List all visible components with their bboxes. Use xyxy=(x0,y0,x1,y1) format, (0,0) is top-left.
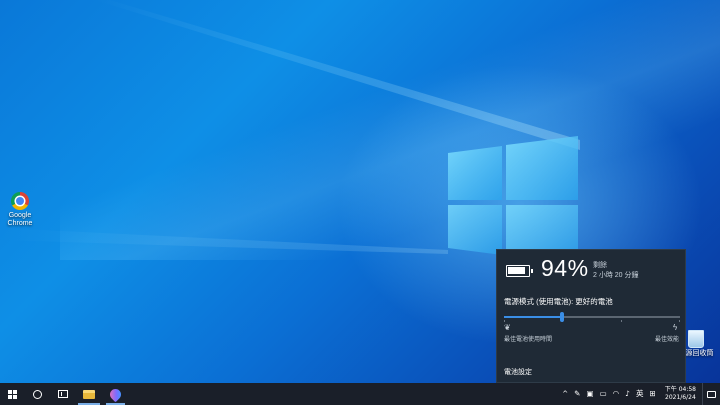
slider-fill xyxy=(504,316,560,318)
power-mode-slider[interactable] xyxy=(504,312,680,322)
notification-icon xyxy=(707,390,716,398)
device-icon[interactable]: ▣ xyxy=(583,383,596,405)
battery-percentage: 94% xyxy=(541,255,589,281)
best-battery-label: 最佳電池使用時間 xyxy=(504,337,553,343)
taskbar: ^ ✎ ▣ ▭ ◠ ♪ 英 ⊞ 下午 04:58 2021/6/24 xyxy=(0,383,720,405)
input-language[interactable]: 英 xyxy=(633,383,647,405)
wifi-icon[interactable]: ◠ xyxy=(610,383,623,405)
system-tray: ^ ✎ ▣ ▭ ◠ ♪ 英 ⊞ 下午 04:58 2021/6/24 xyxy=(559,383,720,405)
battery-flyout: 94% 剩餘 2 小時 20 分鐘 電源模式 (使用電池): 更好的電池 ❦ ϟ… xyxy=(496,249,686,383)
volume-icon[interactable]: ♪ xyxy=(622,383,633,405)
pinned-app-button[interactable] xyxy=(103,383,128,405)
clock[interactable]: 下午 04:58 2021/6/24 xyxy=(659,386,702,402)
desktop-icon-chrome[interactable]: Google Chrome xyxy=(0,192,44,228)
remaining-label: 剩餘 xyxy=(593,262,607,269)
file-explorer-button[interactable] xyxy=(75,383,103,405)
clock-time: 下午 04:58 xyxy=(664,386,696,393)
clock-date: 2021/6/24 xyxy=(665,394,696,401)
lightning-icon: ϟ xyxy=(673,323,678,332)
slider-thumb[interactable] xyxy=(560,312,564,322)
battery-settings-link[interactable]: 電池設定 xyxy=(504,367,532,377)
pen-icon[interactable]: ✎ xyxy=(571,383,583,405)
leaf-icon: ❦ xyxy=(504,323,511,332)
input-method-icon[interactable]: ⊞ xyxy=(647,383,659,405)
task-view-button[interactable] xyxy=(50,383,75,405)
cortana-icon xyxy=(33,389,42,399)
chrome-icon xyxy=(11,192,29,210)
slider-tick xyxy=(621,320,622,322)
slider-tick xyxy=(504,320,505,322)
action-center-button[interactable] xyxy=(702,383,720,405)
start-icon xyxy=(8,389,17,399)
task-view-icon xyxy=(57,390,68,398)
recycle-bin-icon xyxy=(688,330,704,348)
desktop-icon-label: Google Chrome xyxy=(7,212,33,227)
slider-tick xyxy=(679,320,680,322)
app-icon xyxy=(107,386,124,402)
battery-tray-icon[interactable]: ▭ xyxy=(597,383,610,405)
start-button[interactable] xyxy=(0,383,25,405)
cortana-button[interactable] xyxy=(25,383,50,405)
power-mode-title: 電源模式 (使用電池): 更好的電池 xyxy=(504,297,613,306)
show-hidden-icons-button[interactable]: ^ xyxy=(559,383,571,405)
best-performance-label: 最佳效能 xyxy=(654,337,679,343)
remaining-time: 2 小時 20 分鐘 xyxy=(593,272,639,279)
file-explorer-icon xyxy=(83,389,95,399)
battery-icon xyxy=(506,265,533,277)
